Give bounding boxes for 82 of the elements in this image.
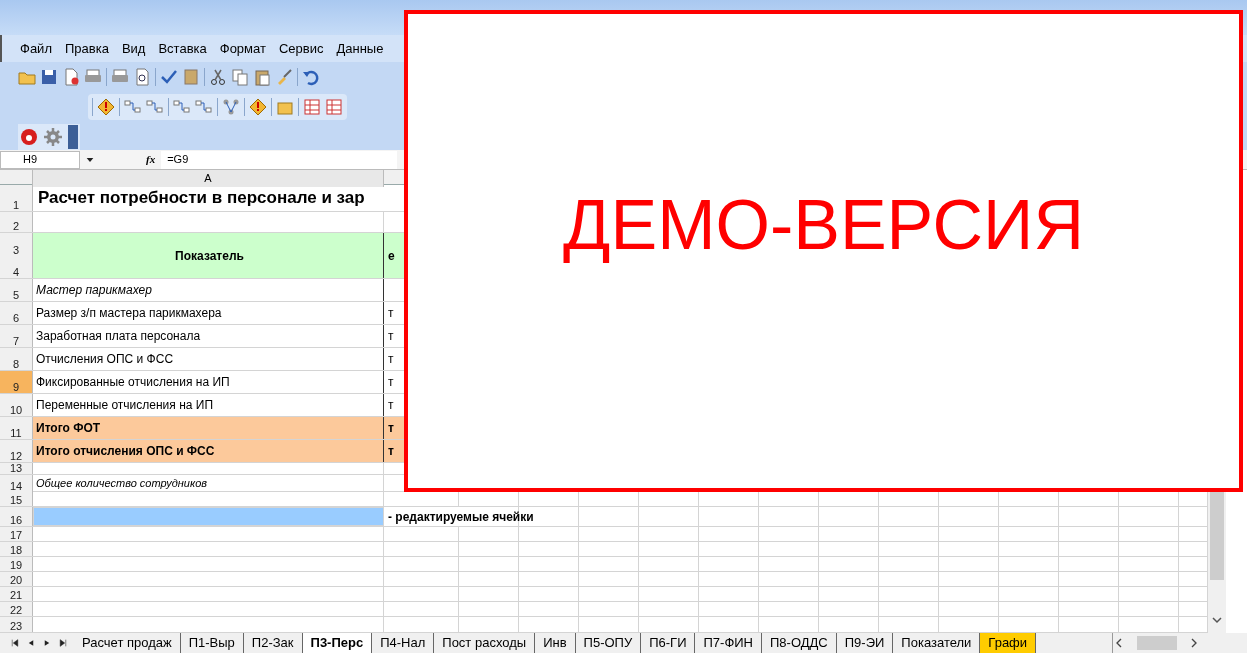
row-number[interactable]: 10 [0, 394, 32, 416]
row-label: Размер з/п мастера парикмахера [36, 305, 222, 322]
flow-icon[interactable] [173, 98, 191, 116]
unit-label: т [388, 374, 394, 391]
check-icon[interactable] [160, 68, 178, 86]
unit-label: т [388, 443, 394, 460]
unit-label: т [388, 397, 394, 414]
scissors-icon[interactable] [209, 68, 227, 86]
row-number[interactable]: 18 [0, 542, 32, 556]
horizontal-scrollbar[interactable] [1112, 633, 1200, 653]
row-number[interactable]: 17 [0, 527, 32, 541]
fx-label[interactable]: fx [146, 151, 156, 168]
row-number[interactable]: 3 [0, 233, 32, 256]
warning-diamond-icon[interactable] [97, 98, 115, 116]
sheet-title: Расчет потребности в персонале и зар [38, 187, 365, 210]
toolbar-options-handle[interactable] [68, 125, 78, 149]
nodes-icon[interactable] [222, 98, 240, 116]
sheet-tab[interactable]: Графи [980, 633, 1037, 653]
row-number[interactable]: 20 [0, 572, 32, 586]
row-number[interactable]: 13 [0, 463, 32, 474]
unit-label: е [388, 247, 395, 265]
row-label: Заработная плата персонала [36, 328, 201, 345]
vertical-scrollbar[interactable] [1208, 492, 1226, 633]
row-number[interactable]: 2 [0, 212, 32, 232]
warning-diamond-icon[interactable] [249, 98, 267, 116]
flow-icon[interactable] [195, 98, 213, 116]
menu-item[interactable]: Данные [336, 38, 384, 59]
menu-item[interactable]: Правка [64, 38, 109, 59]
table-icon[interactable] [325, 98, 343, 116]
row-label: Отчисления ОПС и ФСС [36, 351, 174, 368]
row-number[interactable]: 4 [0, 255, 32, 278]
row-number[interactable]: 8 [0, 348, 32, 370]
row-number[interactable]: 15 [0, 492, 32, 506]
demo-banner: ДЕМО-ВЕРСИЯ [404, 10, 1243, 492]
row-number[interactable]: 21 [0, 587, 32, 601]
first-sheet-icon[interactable] [10, 638, 20, 648]
row-number[interactable]: 16 [0, 507, 32, 526]
formula-field[interactable]: =G9 [161, 150, 398, 169]
unit-label: т [388, 351, 394, 368]
row-number[interactable]: 23 [0, 617, 32, 632]
flow-icon[interactable] [124, 98, 142, 116]
undo-icon[interactable] [302, 68, 320, 86]
flow-icon[interactable] [146, 98, 164, 116]
total-label: Итого ФОТ [36, 420, 101, 437]
row-number[interactable]: 1 [0, 185, 32, 211]
unit-label: т [388, 420, 394, 437]
row-number[interactable]: 9 [0, 371, 32, 393]
section-label: Мастер парикмахер [36, 282, 152, 299]
row-number[interactable]: 11 [0, 417, 32, 439]
column-header[interactable]: A [33, 170, 384, 187]
save-icon[interactable] [40, 68, 58, 86]
scroll-thumb[interactable] [1210, 492, 1224, 580]
magnifier-page-icon[interactable] [133, 68, 151, 86]
note-label: Общее количество сотрудников [36, 476, 208, 491]
page-icon[interactable] [62, 68, 80, 86]
unit-label: т [388, 328, 394, 345]
row-label: Фиксированные отчисления на ИП [36, 374, 230, 391]
sheet-tab[interactable]: П3-Перс [302, 633, 373, 653]
clipboard-icon[interactable] [253, 68, 271, 86]
copy-icon[interactable] [231, 68, 249, 86]
menu-item[interactable]: Файл [20, 38, 52, 59]
menu-item[interactable]: Вставка [158, 38, 207, 59]
last-sheet-icon[interactable] [58, 638, 68, 648]
legend-text: - редактируемые ячейки [388, 508, 534, 526]
table-icon[interactable] [303, 98, 321, 116]
gear-icon[interactable] [44, 128, 62, 146]
column-heading: Показатель [175, 247, 244, 265]
row-number[interactable]: 12 [0, 440, 32, 462]
row-number[interactable]: 5 [0, 279, 32, 301]
menu-item[interactable]: Вид [121, 38, 146, 59]
row-number[interactable]: 22 [0, 602, 32, 616]
record-icon[interactable] [20, 128, 38, 146]
row-number[interactable]: 6 [0, 302, 32, 324]
unit-label: т [388, 305, 394, 322]
menu-item[interactable]: Сервис [278, 38, 324, 59]
row-number[interactable]: 14 [0, 475, 32, 492]
row-number[interactable]: 19 [0, 557, 32, 571]
row-number[interactable]: 7 [0, 325, 32, 347]
total-label: Итого отчисления ОПС и ФСС [36, 443, 215, 460]
menu-item[interactable]: Формат [219, 38, 266, 59]
name-box[interactable]: H9 [0, 150, 80, 169]
row-label: Переменные отчисления на ИП [36, 397, 214, 414]
